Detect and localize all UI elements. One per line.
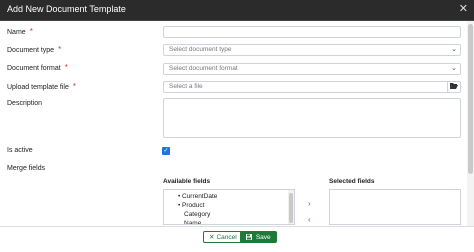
merge-fields-label: Merge fields: [7, 165, 46, 172]
save-label: Save: [255, 234, 271, 241]
list-item-label: CurrentDate: [182, 193, 218, 200]
selected-fields-title: Selected fields: [329, 178, 375, 185]
upload-placeholder: Select a file: [169, 83, 203, 90]
cancel-label: Cancel: [216, 234, 237, 241]
list-item-label: Product: [182, 202, 205, 209]
chevron-right-icon[interactable]: ›: [308, 199, 311, 208]
add-template-dialog: Add New Document Template ✕ Name * Docume…: [0, 0, 474, 252]
is-active-checkbox[interactable]: ✓: [162, 147, 170, 155]
available-fields-tree: • CurrentDate • Product Category Name: [164, 190, 288, 224]
name-label: Name *: [7, 27, 33, 36]
required-mark: *: [72, 82, 76, 91]
doc-type-placeholder: Select document type: [169, 46, 232, 53]
doc-type-select[interactable]: Select document type ⌄: [163, 44, 461, 56]
dialog-title: Add New Document Template: [7, 4, 126, 14]
upload-label: Upload template file *: [7, 82, 76, 91]
is-active-label: Is active: [7, 147, 33, 154]
close-icon: ✕: [209, 234, 215, 241]
doc-format-label: Document format *: [7, 63, 68, 72]
required-mark: *: [58, 45, 62, 54]
doc-type-label: Document type *: [7, 45, 61, 54]
save-button[interactable]: Save: [240, 231, 277, 243]
chevron-left-icon[interactable]: ‹: [308, 215, 311, 224]
list-item[interactable]: • CurrentDate: [164, 192, 288, 201]
description-label: Description: [7, 100, 43, 107]
scroll-thumb[interactable]: [289, 193, 293, 223]
dialog-footer: ✕ Cancel Save: [0, 226, 474, 252]
list-item[interactable]: Category: [164, 210, 288, 219]
doc-type-label-text: Document type: [7, 47, 55, 54]
doc-format-select[interactable]: Select document format ⌄: [163, 63, 461, 75]
cancel-button[interactable]: ✕ Cancel: [203, 231, 243, 243]
chevron-down-icon: ⌄: [451, 46, 457, 53]
folder-open-icon[interactable]: [447, 82, 460, 92]
description-textarea[interactable]: [163, 98, 461, 138]
upload-file-input[interactable]: Select a file: [163, 81, 461, 93]
selected-fields-list[interactable]: [329, 189, 461, 225]
chevron-down-icon: ⌄: [451, 65, 457, 72]
dialog-scroll-thumb[interactable]: [468, 24, 473, 174]
floppy-icon: [246, 234, 254, 241]
close-icon[interactable]: ✕: [459, 2, 468, 16]
upload-label-text: Upload template file: [7, 84, 69, 91]
doc-format-placeholder: Select document format: [169, 65, 238, 72]
list-item[interactable]: Name: [164, 219, 288, 225]
dialog-scrollbar[interactable]: [467, 21, 474, 226]
name-label-text: Name: [7, 29, 26, 36]
dialog-titlebar: Add New Document Template ✕: [0, 0, 474, 21]
list-item[interactable]: • Product: [164, 201, 288, 210]
list-item-label: Name: [184, 220, 202, 225]
required-mark: *: [29, 27, 33, 36]
required-mark: *: [64, 63, 68, 72]
available-fields-scrollbar[interactable]: [288, 190, 294, 224]
available-fields-title: Available fields: [163, 178, 211, 185]
dialog-body: Name * Document type * Select document typ…: [0, 21, 467, 226]
doc-format-label-text: Document format: [7, 65, 61, 72]
available-fields-list[interactable]: • CurrentDate • Product Category Name: [163, 189, 295, 225]
name-input[interactable]: [163, 26, 461, 38]
list-item-label: Category: [184, 211, 211, 218]
